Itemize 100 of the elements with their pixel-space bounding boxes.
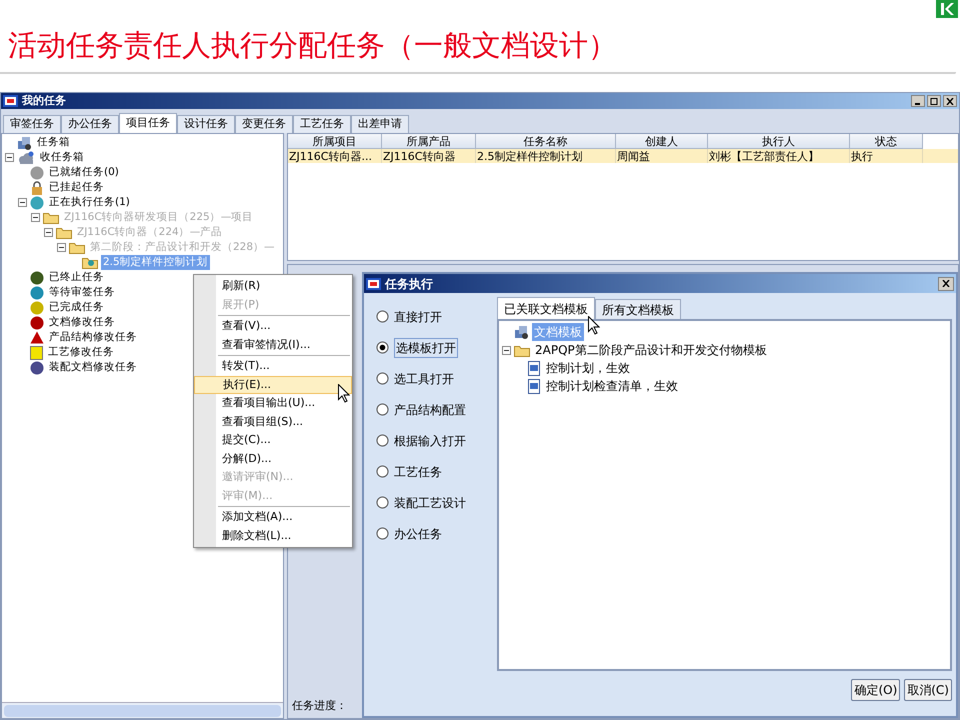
- window-title: 我的任务: [22, 92, 66, 109]
- radio-label: 装配工艺设计: [394, 494, 466, 512]
- collapse-icon[interactable]: [44, 228, 52, 237]
- radio-label: 选工具打开: [394, 370, 454, 388]
- tab[interactable]: 项目任务: [119, 113, 177, 133]
- collapse-icon[interactable]: [18, 198, 26, 207]
- tree-item[interactable]: 控制计划检查清单，生效: [544, 377, 680, 395]
- folder-icon: [514, 344, 530, 356]
- tab[interactable]: 审签任务: [3, 115, 61, 133]
- radio-button[interactable]: [376, 496, 389, 509]
- tab[interactable]: 已关联文档模板: [497, 297, 595, 319]
- tree-item[interactable]: 已就绪任务(0): [47, 164, 121, 180]
- menu-item[interactable]: 执行(E)...: [194, 376, 352, 394]
- collapse-icon[interactable]: [30, 213, 40, 222]
- radio-label: 直接打开: [394, 308, 442, 326]
- cursor-icon: [338, 384, 350, 403]
- menu-item[interactable]: 转发(T)...: [194, 357, 352, 376]
- tree-item[interactable]: 已完成任务: [47, 300, 106, 316]
- tree-item[interactable]: 已挂起任务: [47, 180, 106, 196]
- folder-icon: [43, 211, 59, 224]
- tree-item[interactable]: 正在执行任务(1): [47, 194, 132, 210]
- tree-item[interactable]: 收任务箱: [38, 150, 86, 166]
- close-button[interactable]: [938, 276, 954, 290]
- radio-button[interactable]: [376, 310, 389, 323]
- table-cell: ZJ116C转向器...: [288, 149, 382, 163]
- folder-icon: [82, 256, 98, 269]
- table-row[interactable]: ZJ116C转向器... ZJ116C转向器 2.5制定样件控制计划 周闻益 刘彬【工艺部责任人】 执行: [288, 149, 958, 163]
- menu-item[interactable]: 查看项目输出(U)...: [194, 394, 352, 412]
- close-icon: [946, 98, 954, 104]
- radio-label: 产品结构配置: [394, 402, 466, 418]
- scrollbar[interactable]: [2, 702, 283, 718]
- tree-item[interactable]: 产品结构修改任务: [47, 330, 139, 346]
- tree-item[interactable]: 等待审签任务: [47, 284, 117, 300]
- dialog-button[interactable]: 取消(C): [904, 679, 952, 701]
- tree-item[interactable]: 2APQP第二阶段产品设计和开发交付物模板: [533, 341, 769, 359]
- slide-title: 活动任务责任人执行分配任务（一般文档设计）: [8, 27, 617, 64]
- collapse-icon[interactable]: [4, 153, 14, 162]
- tree-item[interactable]: 控制计划，生效: [544, 359, 632, 377]
- collapse-icon[interactable]: [56, 243, 66, 252]
- maximize-icon: [930, 98, 938, 104]
- radio-button[interactable]: [376, 372, 389, 385]
- column-header[interactable]: 状态: [850, 134, 923, 149]
- menu-item[interactable]: 查看审签情况(I)...: [194, 336, 352, 354]
- menu-item[interactable]: 分解(D)...: [194, 450, 352, 468]
- folder-icon: [69, 241, 85, 254]
- app-icon: [366, 278, 381, 290]
- menu-item[interactable]: 刷新(R): [194, 277, 352, 296]
- radio-button[interactable]: [376, 527, 389, 540]
- radio-label: 工艺任务: [394, 464, 442, 480]
- radio-label: 根据输入打开: [394, 432, 466, 450]
- table-cell: 执行: [850, 149, 923, 163]
- menu-item[interactable]: 查看(V)...: [194, 317, 352, 336]
- close-icon: [942, 280, 950, 287]
- column-header[interactable]: 所属产品: [382, 134, 476, 149]
- minimize-button[interactable]: [911, 95, 925, 107]
- radio-button[interactable]: [376, 465, 389, 478]
- radio-button[interactable]: [376, 403, 389, 416]
- tab[interactable]: 设计任务: [177, 115, 235, 133]
- table-cell: 周闻益: [616, 149, 708, 163]
- table-cell: 刘彬【工艺部责任人】: [708, 149, 850, 163]
- tree-item[interactable]: 任务箱: [35, 134, 72, 150]
- menu-item[interactable]: 查看项目组(S)...: [194, 412, 352, 431]
- triangle-icon: [30, 331, 44, 344]
- tree-item[interactable]: 文档修改任务: [47, 314, 117, 330]
- tree-item[interactable]: 装配文档修改任务: [47, 360, 139, 376]
- cloud-icon: [17, 150, 35, 164]
- menu-item[interactable]: 提交(C)...: [194, 431, 352, 450]
- dialog-title: 任务执行: [385, 276, 433, 292]
- note-icon: [30, 346, 43, 360]
- lock-icon: [30, 180, 44, 194]
- tab[interactable]: 出差申请: [351, 115, 409, 133]
- tree-item[interactable]: 工艺修改任务: [46, 344, 116, 360]
- collapse-icon[interactable]: [502, 346, 510, 354]
- stack-icon: [17, 136, 32, 150]
- app-icon: [3, 95, 18, 107]
- radio-button[interactable]: [376, 434, 389, 447]
- radio-button[interactable]: [376, 341, 389, 354]
- menu-item[interactable]: 删除文档(L)...: [194, 526, 352, 545]
- tab[interactable]: 变更任务: [235, 115, 293, 133]
- radio-label: 选模板打开: [394, 338, 458, 358]
- column-header[interactable]: 所属项目: [288, 134, 382, 149]
- maximize-button[interactable]: [927, 95, 941, 107]
- tree-item[interactable]: 已终止任务: [47, 270, 106, 286]
- tab[interactable]: 所有文档模板: [595, 299, 681, 319]
- close-button[interactable]: [943, 95, 957, 107]
- menu-item[interactable]: 添加文档(A)...: [194, 508, 352, 526]
- table-cell: 2.5制定样件控制计划: [476, 149, 616, 163]
- column-header[interactable]: 执行人: [708, 134, 850, 149]
- folder-icon: [56, 226, 72, 239]
- tab[interactable]: 办公任务: [61, 115, 119, 133]
- document-icon: [527, 378, 541, 394]
- stack-icon: [514, 325, 529, 339]
- progress-label: 任务进度：: [292, 698, 348, 714]
- tab[interactable]: 工艺任务: [293, 115, 351, 133]
- column-header[interactable]: 任务名称: [476, 134, 616, 149]
- table-cell: ZJ116C转向器: [382, 149, 476, 163]
- column-header[interactable]: 创建人: [616, 134, 708, 149]
- document-icon: [527, 360, 541, 376]
- radio-label: 办公任务: [394, 526, 442, 542]
- dialog-button[interactable]: 确定(O): [851, 679, 900, 701]
